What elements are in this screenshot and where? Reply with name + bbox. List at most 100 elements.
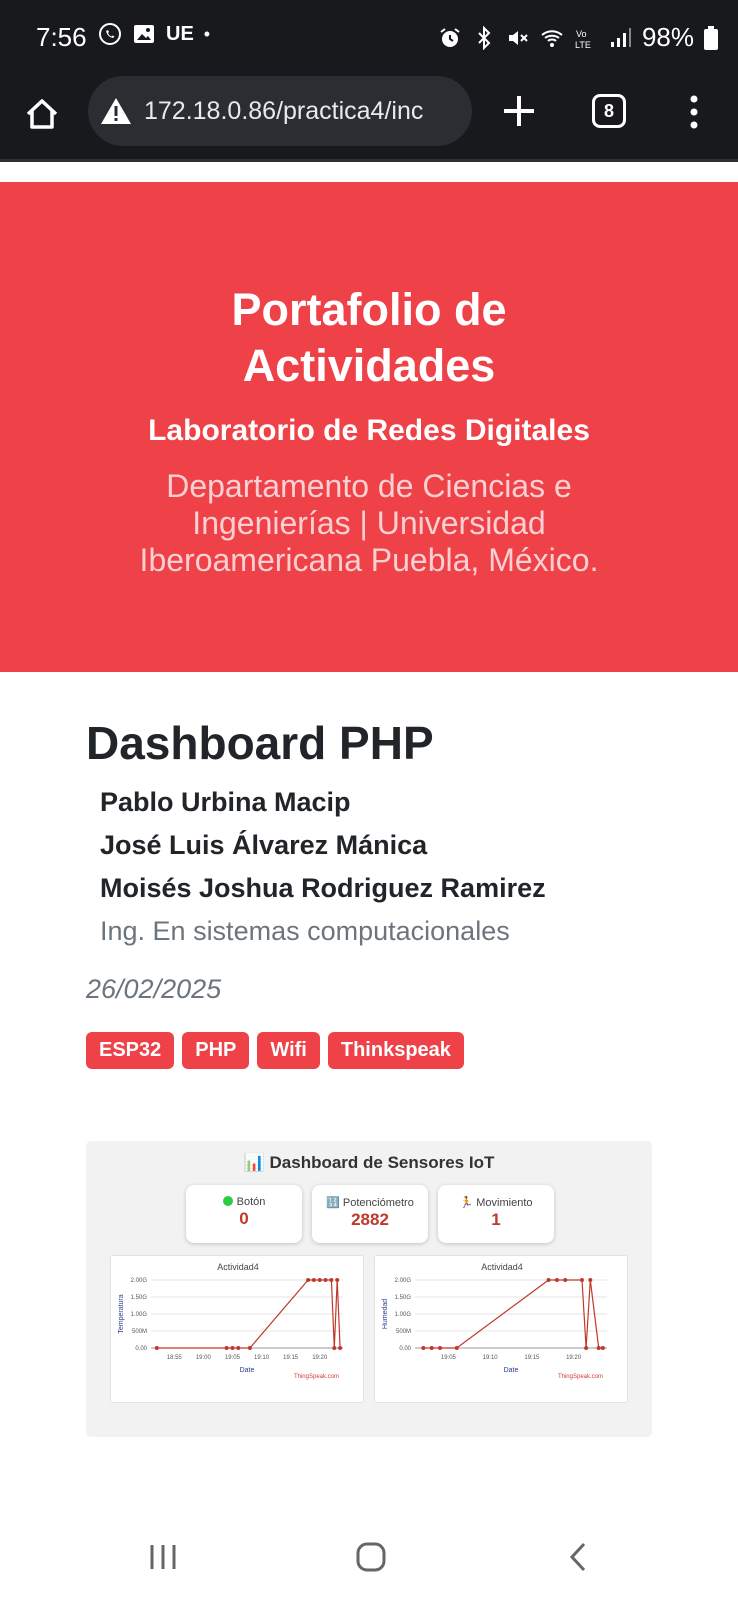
url-text[interactable]: 172.18.0.86/practica4/inc <box>144 97 423 126</box>
x-axis-label: Date <box>504 1367 519 1374</box>
y-tick-label: 1.00G <box>131 1312 148 1318</box>
home-nav-icon[interactable] <box>354 1540 388 1574</box>
y-axis-label: Temperatura <box>118 1294 125 1333</box>
data-point <box>554 1278 559 1282</box>
y-tick-label: 0.00 <box>135 1346 147 1352</box>
svg-text:Vo: Vo <box>576 29 587 39</box>
green-dot-icon <box>222 1196 233 1206</box>
chart-title: Actividad4 <box>481 1262 523 1272</box>
home-icon[interactable] <box>22 94 62 134</box>
svg-text:LTE: LTE <box>575 40 591 50</box>
tag-badge[interactable]: Wifi <box>257 1032 320 1069</box>
alarm-icon <box>440 27 460 47</box>
post-title: Dashboard PHP <box>86 717 434 769</box>
data-point <box>454 1346 459 1350</box>
data-point <box>438 1346 443 1350</box>
hero-subtitle: Laboratorio de Redes Digitales <box>148 414 590 447</box>
data-point <box>563 1278 568 1282</box>
system-icons: Vo LTE 98% <box>438 22 718 53</box>
tab-switcher-button[interactable]: 8 <box>592 94 626 128</box>
data-point <box>224 1346 229 1350</box>
volte-icon: VoLTE <box>575 29 591 50</box>
temperature-chart-svg: Actividad4 0.00 500M 1.00G 1.50G 2.00G 18:55 19… <box>118 1262 343 1380</box>
data-point <box>584 1346 589 1350</box>
x-tick-label: 19:05 <box>225 1355 241 1361</box>
data-point <box>421 1346 426 1350</box>
system-nav-bar <box>0 1530 738 1600</box>
y-tick-label: 1.50G <box>395 1295 412 1301</box>
tag-list: ESP32 PHP Wifi Thinkspeak <box>86 1032 464 1069</box>
new-tab-icon[interactable] <box>500 92 538 130</box>
humidity-chart: Actividad4 0.00 500M 1.00G 1.50G 2.00G 19:05 19… <box>374 1255 628 1403</box>
mute-icon <box>508 30 528 45</box>
x-tick-label: 19:15 <box>283 1355 299 1361</box>
sensor-label: Botón <box>236 1196 266 1208</box>
x-tick-label: 19:00 <box>196 1355 212 1361</box>
iot-dashboard-embed: 📊 Dashboard de Sensores IoT Botón 0 🔢 Po… <box>86 1141 652 1437</box>
recent-apps-icon[interactable] <box>148 1542 178 1572</box>
sensor-label: 🏃 Movimiento <box>459 1197 533 1209</box>
clock: 7:56 <box>36 22 87 52</box>
back-icon[interactable] <box>566 1540 590 1574</box>
hero-title-text: Portafolio de Actividades <box>231 284 507 391</box>
y-tick-label: 2.00G <box>395 1278 412 1284</box>
x-tick-label: 19:10 <box>483 1355 499 1361</box>
signal-icon <box>610 27 631 47</box>
dashboard-title: 📊 Dashboard de Sensores IoT <box>243 1153 495 1172</box>
data-point <box>306 1278 311 1282</box>
carrier-label: UE <box>166 22 194 45</box>
data-point <box>600 1346 605 1350</box>
data-point <box>323 1278 328 1282</box>
data-point <box>429 1346 434 1350</box>
data-point <box>332 1346 337 1350</box>
career-label: Ing. En sistemas computacionales <box>100 916 510 946</box>
y-tick-label: 1.00G <box>395 1312 412 1318</box>
data-point <box>236 1346 241 1350</box>
tag-badge[interactable]: PHP <box>182 1032 250 1069</box>
x-axis-label: Date <box>240 1367 255 1374</box>
data-point <box>311 1278 316 1282</box>
chart-credit: ThingSpeak.com <box>294 1374 339 1380</box>
data-point <box>596 1346 601 1350</box>
data-point <box>154 1346 159 1350</box>
post-date: 26/02/2025 <box>86 974 222 1004</box>
x-tick-label: 19:20 <box>312 1355 328 1361</box>
more-menu-icon[interactable] <box>684 92 704 132</box>
data-point <box>247 1346 252 1350</box>
sensor-card-potentiometer: 🔢 Potenciómetro 2882 <box>312 1185 428 1243</box>
sensor-value: 1 <box>491 1210 501 1229</box>
author-name: Pablo Urbina Macip <box>100 787 351 817</box>
x-tick-label: 19:15 <box>524 1355 540 1361</box>
notification-icons: UE • <box>98 22 210 46</box>
y-tick-label: 2.00G <box>131 1278 148 1284</box>
battery-icon <box>704 25 718 50</box>
chart-credit: ThingSpeak.com <box>558 1374 603 1380</box>
hero-department: Departamento de Ciencias e Ingenierías |… <box>139 468 599 578</box>
hero-title: Portafolio de Actividades <box>0 282 738 394</box>
x-tick-label: 19:10 <box>254 1355 270 1361</box>
chart-title: Actividad4 <box>217 1262 259 1272</box>
authors-list: Pablo Urbina Macip José Luis Álvarez Mán… <box>100 786 546 915</box>
data-point <box>230 1346 235 1350</box>
bluetooth-icon <box>478 25 491 50</box>
tag-badge[interactable]: Thinkspeak <box>327 1032 464 1069</box>
data-point <box>335 1278 340 1282</box>
x-tick-label: 19:20 <box>566 1355 582 1361</box>
address-bar[interactable]: 172.18.0.86/practica4/inc <box>88 76 472 146</box>
sensor-card-button: Botón 0 <box>186 1185 302 1243</box>
gallery-icon <box>134 25 154 43</box>
dot-icon: • <box>203 23 211 44</box>
status-bar: 7:56 UE • Vo LTE 98% <box>0 0 738 74</box>
x-tick-label: 19:05 <box>441 1355 457 1361</box>
sensor-value: 2882 <box>351 1210 389 1229</box>
data-point <box>546 1278 551 1282</box>
data-point <box>588 1278 593 1282</box>
data-point <box>579 1278 584 1282</box>
author-name: Moisés Joshua Rodriguez Ramirez <box>100 873 546 903</box>
hero-banner: Portafolio de Actividades Laboratorio de… <box>0 182 738 672</box>
author-name: José Luis Álvarez Mánica <box>100 830 428 860</box>
y-tick-label: 0.00 <box>399 1346 411 1352</box>
battery-percent: 98% <box>641 22 694 52</box>
warning-icon[interactable] <box>100 96 132 126</box>
tag-badge[interactable]: ESP32 <box>86 1032 175 1069</box>
